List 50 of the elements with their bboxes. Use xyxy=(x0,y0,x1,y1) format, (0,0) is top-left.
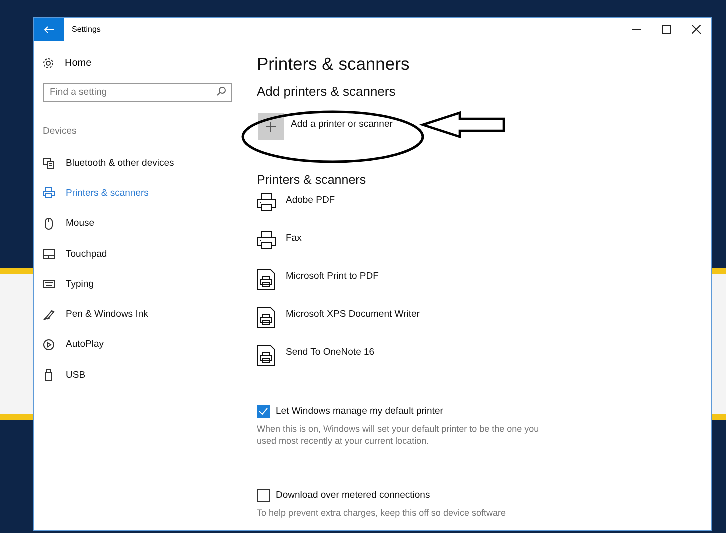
printer-name[interactable]: Fax xyxy=(286,233,302,244)
page-title: Printers & scanners xyxy=(257,54,411,76)
bluetooth-icon xyxy=(43,157,55,170)
gear-icon xyxy=(43,58,54,68)
check-icon xyxy=(259,408,268,415)
section-label: Devices xyxy=(43,126,78,139)
sidebar-item[interactable]: AutoPlay xyxy=(66,339,104,350)
document-printer-icon xyxy=(257,269,277,291)
sidebar-item[interactable]: Printers & scanners xyxy=(66,188,149,199)
printer-name[interactable]: Microsoft Print to PDF xyxy=(286,271,379,282)
option-description: When this is on, Windows will set your default printer to be the one you used most recently at your current location. xyxy=(257,423,540,447)
printer-icon xyxy=(43,187,55,200)
printer-name[interactable]: Send To OneNote 16 xyxy=(286,347,375,358)
document-printer-icon xyxy=(257,307,277,329)
minimize-icon xyxy=(632,29,640,30)
keyboard-icon xyxy=(43,278,55,290)
printer-name[interactable]: Adobe PDF xyxy=(286,195,336,206)
sidebar-item[interactable]: Bluetooth & other devices xyxy=(66,158,174,169)
search-icon xyxy=(217,87,226,96)
printer-icon xyxy=(257,231,277,250)
checkbox[interactable] xyxy=(257,405,270,418)
autoplay-icon xyxy=(43,338,55,351)
search-field[interactable]: Find a setting xyxy=(43,83,232,102)
sidebar-item[interactable]: Touchpad xyxy=(66,248,108,260)
usb-icon xyxy=(43,369,55,382)
sidebar-item[interactable]: Mouse xyxy=(66,218,95,230)
document-printer-icon xyxy=(257,345,277,367)
close-icon xyxy=(692,25,700,34)
section-heading: Add printers & scanners xyxy=(257,84,397,99)
window-title: Settings xyxy=(72,25,102,34)
option-description: To help prevent extra charges, keep this off so device software xyxy=(257,507,507,519)
checkbox[interactable] xyxy=(257,489,270,502)
back-button[interactable] xyxy=(34,18,64,41)
touchpad-icon xyxy=(43,248,55,260)
mouse-icon xyxy=(43,218,55,230)
add-tile[interactable] xyxy=(258,113,284,140)
sidebar-item[interactable]: Pen & Windows Ink xyxy=(66,309,148,320)
back-arrow-icon xyxy=(44,26,54,34)
printer-name[interactable]: Microsoft XPS Document Writer xyxy=(286,309,420,320)
sidebar-item[interactable]: Typing xyxy=(66,278,94,290)
plus-icon xyxy=(266,122,276,132)
printer-icon xyxy=(257,193,277,212)
pen-icon xyxy=(43,308,55,321)
maximize-icon xyxy=(662,25,670,34)
section-heading: Printers & scanners xyxy=(257,173,368,187)
checkbox-label[interactable]: Let Windows manage my default printer xyxy=(276,406,444,417)
checkbox-label[interactable]: Download over metered connections xyxy=(276,490,430,501)
home-link[interactable]: Home xyxy=(65,58,92,68)
sidebar-item[interactable]: USB xyxy=(66,370,86,381)
add-printer-link[interactable]: Add a printer or scanner xyxy=(291,119,393,130)
